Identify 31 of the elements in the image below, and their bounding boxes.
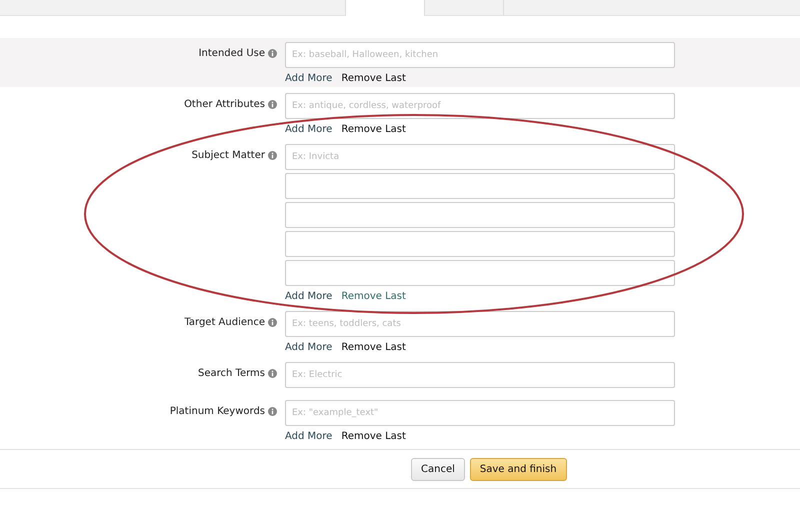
field-label: Subject Matter — [192, 150, 265, 161]
input-field[interactable]: Ex: Electric — [285, 362, 675, 388]
input-field[interactable] — [285, 173, 675, 199]
input-field[interactable] — [285, 231, 675, 257]
add-more-link[interactable]: Add More — [285, 291, 332, 302]
save-button[interactable]: Save and finish — [470, 458, 567, 480]
input-field[interactable]: Ex: antique, cordless, waterproof — [285, 93, 675, 119]
add-more-link[interactable]: Add More — [285, 124, 332, 135]
input-field[interactable]: Ex: "example_text" — [285, 400, 675, 426]
input-field[interactable] — [285, 260, 675, 286]
input-field[interactable] — [285, 202, 675, 228]
input-field[interactable]: Ex: Invicta — [285, 144, 675, 170]
info-icon[interactable] — [268, 151, 277, 160]
field-label: Target Audience — [184, 317, 265, 328]
input-field[interactable]: Ex: teens, toddlers, cats — [285, 311, 675, 337]
remove-last-link[interactable]: Remove Last — [341, 291, 406, 302]
info-icon[interactable] — [268, 100, 277, 109]
tab[interactable] — [346, 0, 425, 16]
cancel-button[interactable]: Cancel — [411, 458, 465, 480]
field-label: Intended Use — [198, 48, 265, 59]
field-label: Other Attributes — [184, 99, 265, 110]
add-more-link[interactable]: Add More — [285, 73, 332, 84]
field-label: Search Terms — [198, 368, 265, 379]
field-label: Platinum Keywords — [170, 406, 265, 417]
info-icon[interactable] — [268, 49, 277, 58]
info-icon[interactable] — [268, 369, 277, 378]
info-icon[interactable] — [268, 407, 277, 416]
input-field[interactable]: Ex: baseball, Halloween, kitchen — [285, 42, 675, 68]
info-icon[interactable] — [268, 318, 277, 327]
add-more-link[interactable]: Add More — [285, 431, 332, 442]
add-more-link[interactable]: Add More — [285, 342, 332, 353]
